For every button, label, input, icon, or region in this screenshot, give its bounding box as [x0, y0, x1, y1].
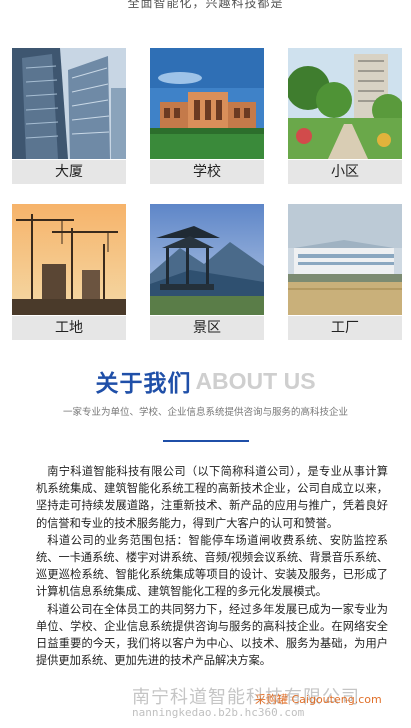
- intro-paragraph: 科道公司的业务范围包括：智能停车场道闸收费系统、安防监控系统、一卡通系统、楼宇对…: [36, 533, 388, 599]
- category-label: 景区: [150, 316, 264, 340]
- category-grid: 大厦 学校 小区 工地 景区 工厂: [12, 48, 402, 340]
- top-cut-text: 全面智能化，兴趣科技都是: [127, 0, 284, 10]
- category-label: 工地: [12, 316, 126, 340]
- category-card-factory[interactable]: 工厂: [288, 204, 402, 340]
- category-card-building[interactable]: 大厦: [12, 48, 126, 184]
- about-title-cn: 关于我们: [95, 371, 192, 397]
- intro-paragraph: 科道公司在全体员工的共同努力下，经过多年发展已成为一家专业为单位、学校、企业信息…: [36, 602, 388, 668]
- category-card-school[interactable]: 学校: [150, 48, 264, 184]
- watermark-badge: 采购罐 Caigouteng.com: [255, 693, 382, 706]
- scenic-pavilion-photo: [150, 204, 264, 315]
- section-divider: [163, 440, 249, 442]
- about-title-en: ABOUT US: [195, 367, 316, 394]
- factory-photo: [288, 204, 402, 315]
- category-card-scenic[interactable]: 景区: [150, 204, 264, 340]
- construction-cranes-photo: [12, 204, 126, 315]
- category-label: 学校: [150, 160, 264, 184]
- office-building-photo: [12, 48, 126, 159]
- company-intro: 南宁科道智能科技有限公司（以下简称科道公司），是专业从事计算机系统集成、建筑智能…: [36, 463, 388, 669]
- category-label: 大厦: [12, 160, 126, 184]
- school-building-photo: [150, 48, 264, 159]
- category-card-construction[interactable]: 工地: [12, 204, 126, 340]
- about-heading: 关于我们 ABOUT US: [0, 364, 411, 398]
- residential-garden-photo: [288, 48, 402, 159]
- about-subtitle: 一家专业为单位、学校、企业信息系统提供咨询与服务的高科技企业: [62, 407, 348, 418]
- category-label: 小区: [288, 160, 402, 184]
- intro-paragraph: 南宁科道智能科技有限公司（以下简称科道公司），是专业从事计算机系统集成、建筑智能…: [36, 465, 388, 530]
- category-card-community[interactable]: 小区: [288, 48, 402, 184]
- category-label: 工厂: [288, 316, 402, 340]
- watermark-domain: nanningkedao.b2b.hc360.com: [132, 706, 305, 719]
